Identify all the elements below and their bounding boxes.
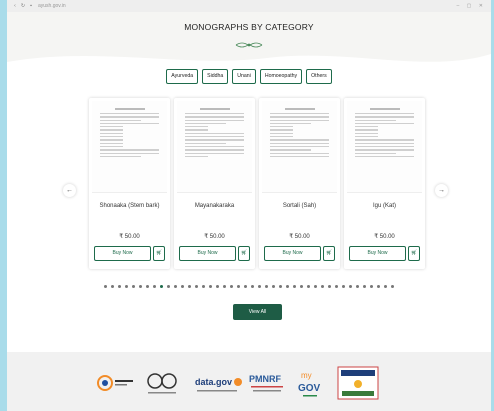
browser-toolbar: ‹ ↻ ▪ ayush.gov.in – ▢ ✕ xyxy=(7,0,491,12)
carousel-dot[interactable] xyxy=(153,285,156,288)
product-title[interactable]: Mayanakaraka xyxy=(174,203,255,209)
window-controls-icon[interactable]: – ▢ ✕ xyxy=(457,3,486,9)
carousel-dot[interactable] xyxy=(293,285,296,288)
svg-text:my: my xyxy=(301,371,312,380)
carousel-pagination xyxy=(7,285,491,288)
monograph-thumbnail xyxy=(262,101,337,193)
carousel-dot[interactable] xyxy=(181,285,184,288)
tab-unani[interactable]: Unani xyxy=(232,69,256,84)
product-card[interactable]: Shonaaka (Stem bark) ₹ 50.00 Buy Now 🛒︎ xyxy=(89,98,170,269)
pmnrf-logo[interactable]: PMNRF xyxy=(247,364,287,402)
carousel-dot[interactable] xyxy=(125,285,128,288)
cart-icon[interactable]: 🛒︎ xyxy=(323,246,335,261)
carousel-dot[interactable] xyxy=(370,285,373,288)
carousel-dot[interactable] xyxy=(286,285,289,288)
tab-siddha[interactable]: Siddha xyxy=(202,69,229,84)
swachh-bharat-logo[interactable] xyxy=(97,364,137,402)
carousel-dot[interactable] xyxy=(139,285,142,288)
carousel-dot[interactable] xyxy=(230,285,233,288)
carousel-dot[interactable] xyxy=(174,285,177,288)
monograph-thumbnail xyxy=(347,101,422,193)
product-card[interactable]: Mayanakaraka ₹ 50.00 Buy Now 🛒︎ xyxy=(174,98,255,269)
carousel-dot[interactable] xyxy=(258,285,261,288)
svg-text:GOV: GOV xyxy=(298,383,321,394)
carousel-dot[interactable] xyxy=(314,285,317,288)
address-bar[interactable]: ayush.gov.in xyxy=(38,3,66,9)
carousel-dot[interactable] xyxy=(321,285,324,288)
buy-now-button[interactable]: Buy Now xyxy=(179,246,236,261)
product-price: ₹ 50.00 xyxy=(119,234,140,240)
category-tabs: Ayurveda Siddha Unani Homoeopathy Others xyxy=(7,69,491,84)
product-title[interactable]: Shonaaka (Stem bark) xyxy=(89,203,170,209)
carousel-dot[interactable] xyxy=(377,285,380,288)
carousel-dot[interactable] xyxy=(342,285,345,288)
carousel-dot[interactable] xyxy=(356,285,359,288)
product-card[interactable]: Igu (Kat) ₹ 50.00 Buy Now 🛒︎ xyxy=(344,98,425,269)
product-card[interactable]: Sortali (Sah) ₹ 50.00 Buy Now 🛒︎ xyxy=(259,98,340,269)
carousel-dot[interactable] xyxy=(237,285,240,288)
tab-ayurveda[interactable]: Ayurveda xyxy=(166,69,199,84)
carousel-dot[interactable] xyxy=(167,285,170,288)
carousel-dot[interactable] xyxy=(384,285,387,288)
monograph-thumbnail xyxy=(177,101,252,193)
product-price: ₹ 50.00 xyxy=(289,234,310,240)
carousel-dot[interactable] xyxy=(335,285,338,288)
carousel-dot[interactable] xyxy=(160,285,163,288)
carousel-dot[interactable] xyxy=(132,285,135,288)
product-price: ₹ 50.00 xyxy=(204,234,225,240)
browser-window: ‹ ↻ ▪ ayush.gov.in – ▢ ✕ MONOGRAPHS BY C… xyxy=(7,0,491,411)
prev-arrow-icon[interactable]: ← xyxy=(63,184,76,197)
carousel-dot[interactable] xyxy=(363,285,366,288)
cart-icon[interactable]: 🛒︎ xyxy=(153,246,165,261)
cart-icon[interactable]: 🛒︎ xyxy=(238,246,250,261)
carousel-dot[interactable] xyxy=(272,285,275,288)
carousel-dot[interactable] xyxy=(104,285,107,288)
carousel-dot[interactable] xyxy=(118,285,121,288)
carousel-dot[interactable] xyxy=(279,285,282,288)
carousel-dot[interactable] xyxy=(216,285,219,288)
carousel-dot[interactable] xyxy=(195,285,198,288)
buy-now-button[interactable]: Buy Now xyxy=(264,246,321,261)
buy-now-button[interactable]: Buy Now xyxy=(94,246,151,261)
monograph-thumbnail xyxy=(92,101,167,193)
carousel-dot[interactable] xyxy=(307,285,310,288)
carousel-dot[interactable] xyxy=(265,285,268,288)
cart-icon[interactable]: 🛒︎ xyxy=(408,246,420,261)
carousel-dot[interactable] xyxy=(146,285,149,288)
mygov-logo[interactable]: my GOV xyxy=(295,364,325,402)
product-title[interactable]: Igu (Kat) xyxy=(344,203,425,209)
carousel-dot[interactable] xyxy=(391,285,394,288)
product-title[interactable]: Sortali (Sah) xyxy=(259,203,340,209)
tab-others[interactable]: Others xyxy=(306,69,332,84)
carousel-dot[interactable] xyxy=(188,285,191,288)
svg-text:data.gov: data.gov xyxy=(195,377,232,387)
svg-text:PMNRF: PMNRF xyxy=(249,374,281,384)
carousel-dot[interactable] xyxy=(223,285,226,288)
back-icon[interactable]: ‹ xyxy=(12,3,18,9)
glasses-logo[interactable] xyxy=(144,364,180,402)
reload-icon[interactable]: ↻ xyxy=(20,3,26,9)
buy-now-button[interactable]: Buy Now xyxy=(349,246,406,261)
carousel-dot[interactable] xyxy=(244,285,247,288)
carousel-dot[interactable] xyxy=(111,285,114,288)
carousel-dot[interactable] xyxy=(209,285,212,288)
tab-homoeopathy[interactable]: Homoeopathy xyxy=(259,69,303,84)
section-title: MONOGRAPHS BY CATEGORY xyxy=(184,22,314,32)
carousel-dot[interactable] xyxy=(349,285,352,288)
carousel-dot[interactable] xyxy=(328,285,331,288)
carousel-dot[interactable] xyxy=(202,285,205,288)
product-price: ₹ 50.00 xyxy=(374,234,395,240)
carousel-dot[interactable] xyxy=(300,285,303,288)
lock-icon: ▪ xyxy=(30,3,32,9)
leaf-ornament-icon xyxy=(235,42,263,48)
india-code-logo[interactable] xyxy=(337,364,379,402)
data-gov-in-logo[interactable]: data.gov xyxy=(193,364,243,402)
view-all-button[interactable]: View All xyxy=(233,304,282,320)
carousel-dot[interactable] xyxy=(251,285,254,288)
next-arrow-icon[interactable]: → xyxy=(435,184,448,197)
